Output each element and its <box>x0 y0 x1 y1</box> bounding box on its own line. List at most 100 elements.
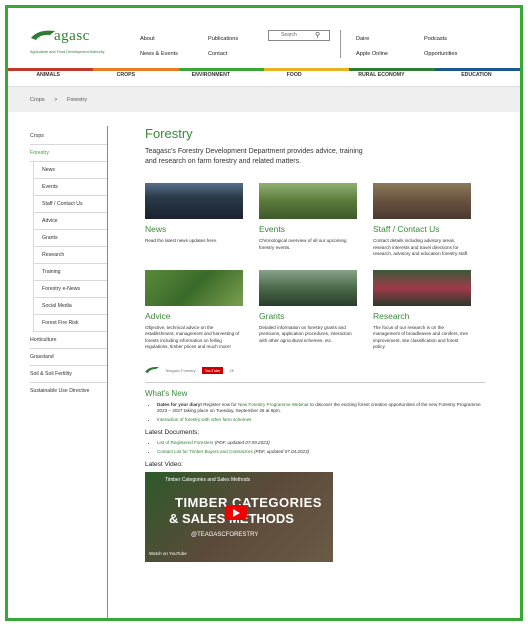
document-link[interactable]: Contact List for Timber Buyers and Contr… <box>157 449 253 454</box>
logo-text: agasc <box>54 28 90 44</box>
card-news[interactable]: News Read the latest news updates here. <box>145 183 243 258</box>
topnav-contact[interactable]: Contact <box>208 47 238 62</box>
nav-bar-animals <box>8 68 94 71</box>
page-frame: agasc Agriculture and Food Development A… <box>5 5 523 621</box>
topnav-col-1: About News & Events <box>140 32 178 62</box>
main-content: Forestry Teagasc's Forestry Development … <box>145 126 485 562</box>
card-staff-text: Contact details including advisory areas… <box>373 238 469 256</box>
sidebar-nav: Crops Forestry News Events Staff / Conta… <box>30 128 108 399</box>
topnav-daire[interactable]: Daire <box>356 32 388 47</box>
search-icon[interactable]: ⚲ <box>315 31 320 39</box>
nav-bar-food <box>263 68 350 71</box>
card-advice-title[interactable]: Advice <box>145 311 243 321</box>
topnav-about[interactable]: About <box>140 32 178 47</box>
sidebar-sub-forest-fire-risk[interactable]: Forest Fire Risk <box>34 315 108 332</box>
news-item-bold: Dates for your diary! <box>157 401 202 407</box>
topnav-apple-online[interactable]: Apple Online <box>356 47 388 62</box>
topnav-col-3: Daire Apple Online <box>356 32 388 62</box>
card-events-text: Chronological overview of all our upcomi… <box>259 238 347 250</box>
nav-environment[interactable]: Environment <box>192 72 230 78</box>
card-staff-image[interactable] <box>373 183 471 219</box>
nav-bar-rural-economy <box>349 68 435 71</box>
breadcrumb: Crops > Forestry <box>8 86 520 112</box>
sidebar-divider <box>107 126 108 618</box>
latest-documents-list: List of Registered Foresters (PDF, updat… <box>145 440 485 455</box>
youtube-subscribe-button[interactable]: YouTube <box>201 366 224 374</box>
sidebar-sub-news[interactable]: News <box>34 162 108 179</box>
card-staff-contact[interactable]: Staff / Contact Us Contact details inclu… <box>373 183 471 258</box>
news-item-text: Register now for <box>201 401 238 407</box>
card-events-title[interactable]: Events <box>259 224 357 234</box>
video-overlay-handle: @TEAGASCFORESTRY <box>191 532 259 538</box>
card-grants[interactable]: Grants Detailed information on forestry … <box>259 269 357 351</box>
main-navigation: Animals Crops Environment Food Rural Eco… <box>8 68 520 84</box>
news-item-link[interactable]: New Forestry Programme Webinar <box>238 402 309 407</box>
sidebar-item-horticulture[interactable]: Horticulture <box>30 332 108 349</box>
sidebar-sub-forestry-enews[interactable]: Forestry e-News <box>34 281 108 298</box>
sidebar-sub-social-media[interactable]: Social Media <box>34 298 108 315</box>
sidebar-item-crops[interactable]: Crops <box>30 128 108 145</box>
cards-row-1: News Read the latest news updates here. … <box>145 183 485 258</box>
card-events-image[interactable] <box>259 183 357 219</box>
card-research[interactable]: Research The focus of our research is on… <box>373 269 471 351</box>
nav-bar-crops <box>93 68 179 71</box>
card-advice[interactable]: Advice Objective, technical advice on th… <box>145 269 243 351</box>
latest-documents-heading: Latest Documents: <box>145 429 200 436</box>
document-link[interactable]: List of Registered Foresters <box>157 440 213 445</box>
card-staff-title[interactable]: Staff / Contact Us <box>373 224 471 234</box>
video-title[interactable]: Timber Categories and Sales Methods <box>165 477 250 483</box>
sidebar-item-forestry[interactable]: Forestry <box>30 145 108 162</box>
nav-bar-education <box>434 68 520 71</box>
video-player[interactable]: Timber Categories and Sales Methods TIMB… <box>145 472 333 562</box>
card-grants-image[interactable] <box>259 269 357 306</box>
teagasc-mini-logo-icon <box>145 366 159 373</box>
nav-crops[interactable]: Crops <box>117 72 135 78</box>
breadcrumb-crops[interactable]: Crops <box>30 97 45 103</box>
youtube-subscribe-widget: Teagasc Forestry YouTube 2K <box>145 363 485 383</box>
sidebar-sub-events[interactable]: Events <box>34 179 108 196</box>
whats-new-list: Dates for your diary! Register now for N… <box>145 402 485 424</box>
card-advice-text: Objective, technical advice on the estab… <box>145 324 240 350</box>
nav-rural-economy[interactable]: Rural Economy <box>358 72 404 78</box>
search-input[interactable]: Search <box>268 30 330 41</box>
sidebar-item-soil-fertility[interactable]: Soil & Soil Fertility <box>30 366 108 383</box>
news-item-link[interactable]: Interaction of forestry with other farm … <box>157 417 251 422</box>
topnav-podcasts[interactable]: Podcasts <box>424 32 457 47</box>
cards-row-2: Advice Objective, technical advice on th… <box>145 269 485 351</box>
sidebar-sub-training[interactable]: Training <box>34 264 108 281</box>
nav-food[interactable]: Food <box>287 72 302 78</box>
topnav-publications[interactable]: Publications <box>208 32 238 47</box>
nav-education[interactable]: Education <box>461 72 491 78</box>
list-item: List of Registered Foresters (PDF, updat… <box>157 440 485 447</box>
subscriber-count: 2K <box>229 367 235 373</box>
card-grants-title[interactable]: Grants <box>259 311 357 321</box>
card-research-image[interactable] <box>373 269 471 306</box>
logo-subtitle: Agriculture and Food Development Authori… <box>30 50 105 54</box>
sidebar-item-sustainable-use[interactable]: Sustainable Use Directive <box>30 383 108 399</box>
card-research-title[interactable]: Research <box>373 311 471 321</box>
sidebar-sub-grants[interactable]: Grants <box>34 230 108 247</box>
card-research-text: The focus of our research is on the mana… <box>373 324 468 350</box>
list-item: Dates for your diary! Register now for N… <box>157 402 485 415</box>
topnav-opportunities[interactable]: Opportunities <box>424 47 457 62</box>
logo-leaf-icon <box>31 30 55 40</box>
sidebar-sub-staff-contact[interactable]: Staff / Contact Us <box>34 196 108 213</box>
sidebar-sub-research[interactable]: Research <box>34 247 108 264</box>
channel-name: Teagasc Forestry <box>165 367 196 373</box>
sidebar-item-grassland[interactable]: Grassland <box>30 349 108 366</box>
teagasc-logo[interactable]: agasc Agriculture and Food Development A… <box>30 28 110 58</box>
topnav-news-events[interactable]: News & Events <box>140 47 178 62</box>
page-intro: Teagasc's Forestry Development Departmen… <box>145 148 363 165</box>
nav-animals[interactable]: Animals <box>36 72 60 78</box>
list-item: Interaction of forestry with other farm … <box>157 417 485 424</box>
card-advice-image[interactable] <box>145 269 243 306</box>
breadcrumb-separator: > <box>54 97 58 103</box>
play-icon[interactable] <box>225 505 247 520</box>
card-news-image[interactable] <box>145 183 243 219</box>
card-news-title[interactable]: News <box>145 224 243 234</box>
video-overlay-line-1: TIMBER CATEGORIES <box>175 495 322 510</box>
sidebar-sub-advice[interactable]: Advice <box>34 213 108 230</box>
breadcrumb-forestry[interactable]: Forestry <box>67 97 87 103</box>
watch-on-youtube-link[interactable]: Watch on YouTube <box>149 551 187 556</box>
card-events[interactable]: Events Chronological overview of all our… <box>259 183 357 258</box>
